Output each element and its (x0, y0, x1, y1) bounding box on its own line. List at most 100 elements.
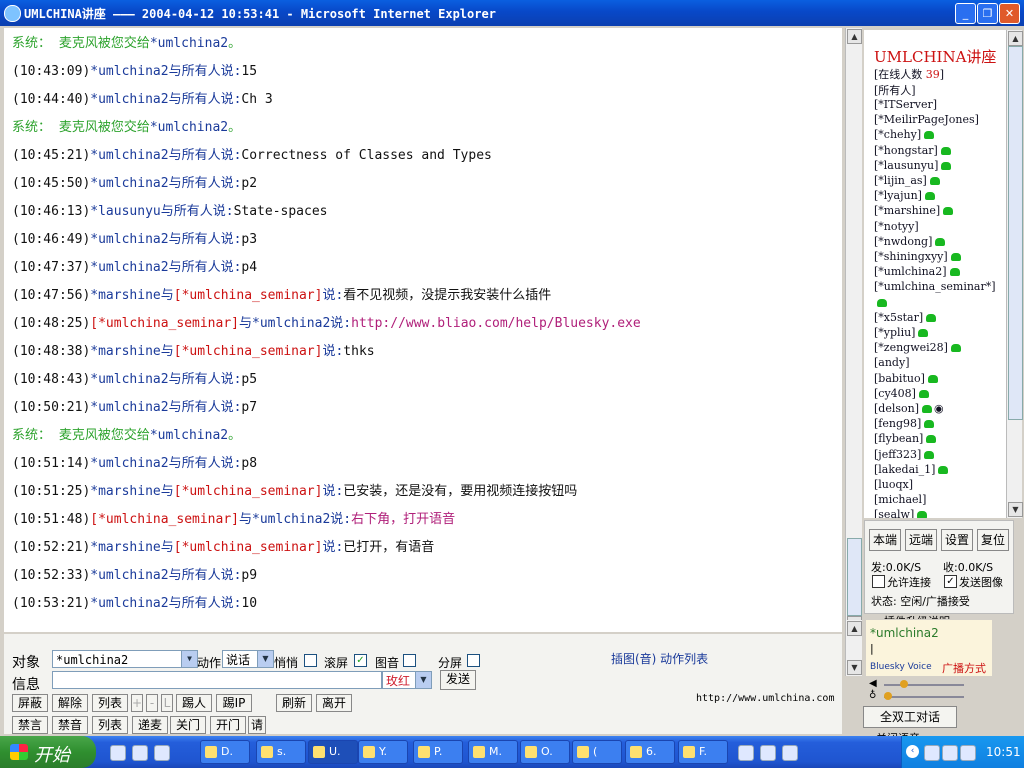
user-list-scroll-thumb[interactable] (1008, 46, 1023, 420)
admin-button[interactable]: 踢IP (216, 694, 252, 712)
tray-app-icon[interactable] (738, 745, 754, 761)
chevron-down-icon[interactable]: ▼ (181, 651, 197, 667)
user-item-everyone[interactable]: [所有人] (874, 82, 916, 98)
taskbar-item[interactable]: F. (678, 740, 728, 764)
user-item[interactable]: [jeff323] (874, 448, 935, 461)
mic-volume-knob[interactable] (884, 692, 892, 700)
tray-app-icon[interactable] (760, 745, 776, 761)
taskbar-item[interactable]: s. (256, 740, 306, 764)
send-button[interactable]: 发送 (440, 670, 476, 690)
user-item[interactable]: [andy] (874, 356, 909, 369)
admin-button[interactable]: 递麦 (132, 716, 168, 734)
user-item[interactable] (874, 296, 887, 309)
admin-button[interactable]: - (146, 694, 158, 712)
admin-button[interactable]: 禁言 (12, 716, 48, 734)
minimize-button[interactable]: _ (955, 3, 976, 24)
scroll-up-arrow-icon[interactable]: ▲ (847, 621, 862, 636)
user-item[interactable]: [*notyy] (874, 220, 919, 233)
video-control-button[interactable]: 本端 (869, 529, 901, 551)
chevron-down-icon[interactable]: ▼ (257, 651, 273, 667)
chat-scrollbar[interactable]: ▲ ▼ (845, 28, 862, 632)
taskbar-item[interactable]: O. (520, 740, 570, 764)
whisper-checkbox[interactable] (304, 654, 317, 667)
speaker-volume-knob[interactable] (900, 680, 908, 688)
user-list-scrollbar[interactable]: ▲ ▼ (1006, 30, 1023, 518)
title-bar[interactable]: UMLCHINA讲座 ——— 2004-04-12 10:53:41 - Mic… (0, 0, 1024, 26)
color-select[interactable]: 玫红 ▼ (382, 671, 432, 689)
admin-button[interactable]: 关门 (170, 716, 206, 734)
speaker-volume-slider[interactable] (884, 684, 964, 686)
video-control-button[interactable]: 设置 (941, 529, 973, 551)
send-image-checkbox[interactable]: ✓ (944, 575, 957, 588)
user-item[interactable]: [*chehy] (874, 128, 935, 141)
message-input[interactable] (52, 671, 382, 689)
user-item[interactable]: [lakedai_1] (874, 463, 949, 476)
user-item[interactable]: [michael] (874, 493, 926, 506)
user-item[interactable]: [luoqx] (874, 478, 913, 491)
chat-scroll-thumb[interactable] (847, 538, 862, 616)
user-item[interactable]: [feng98] (874, 417, 935, 430)
voice-scrollbar[interactable]: ▲ ▼ (845, 620, 862, 676)
chevron-down-icon[interactable]: ▼ (415, 672, 431, 688)
user-item[interactable]: [*zengwei28] (874, 341, 961, 354)
tray-app-icon[interactable] (782, 745, 798, 761)
admin-button[interactable]: 踢人 (176, 694, 212, 712)
user-item[interactable]: [cy408] (874, 387, 929, 400)
video-control-button[interactable]: 复位 (977, 529, 1009, 551)
user-item[interactable]: [babituo] (874, 372, 938, 385)
video-control-button[interactable]: 远端 (905, 529, 937, 551)
user-item[interactable]: [*x5star] (874, 311, 937, 324)
action-select[interactable]: 说话 ▼ (222, 650, 274, 668)
scroll-checkbox[interactable]: ✓ (354, 654, 367, 667)
scroll-down-arrow-icon[interactable]: ▼ (1008, 502, 1023, 517)
scroll-down-arrow-icon[interactable]: ▼ (847, 660, 862, 675)
user-item[interactable]: [delson] ◉ (874, 402, 944, 415)
admin-button[interactable]: 刷新 (276, 694, 312, 712)
target-select[interactable]: *umlchina2 ▼ (52, 650, 198, 668)
close-button[interactable]: ✕ (999, 3, 1020, 24)
volume-icon[interactable] (942, 745, 958, 761)
ie-quicklaunch-icon[interactable] (110, 745, 126, 761)
user-item[interactable]: [flybean] (874, 432, 937, 445)
user-item[interactable]: [*hongstar] (874, 144, 951, 157)
user-item[interactable]: [*umlchina_seminar*] (874, 280, 996, 293)
insert-media-link[interactable]: 插图(音) 动作列表 (611, 650, 708, 667)
taskbar-item[interactable]: Y. (358, 740, 408, 764)
image-sound-checkbox[interactable] (403, 654, 416, 667)
network-icon[interactable] (924, 745, 940, 761)
split-checkbox[interactable] (467, 654, 480, 667)
mic-volume-slider[interactable] (884, 696, 964, 698)
user-item[interactable]: [*ypliu] (874, 326, 929, 339)
plugin-upgrade-link[interactable]: 插件升级说明 (884, 613, 950, 619)
admin-button[interactable]: 开门 (210, 716, 246, 734)
user-item[interactable]: [*marshine] (874, 204, 954, 217)
user-item[interactable]: [*shiningxyy] (874, 250, 961, 263)
user-item[interactable]: [*lausunyu] (874, 159, 952, 172)
desktop-quicklaunch-icon[interactable] (132, 745, 148, 761)
media-quicklaunch-icon[interactable] (154, 745, 170, 761)
user-item[interactable]: [*umlchina2] (874, 265, 960, 278)
shield-icon[interactable] (960, 745, 976, 761)
admin-button[interactable]: 列表 (92, 716, 128, 734)
admin-button[interactable]: 解除 (52, 694, 88, 712)
full-duplex-button[interactable]: 全双工对话 (863, 706, 957, 728)
taskbar-item[interactable]: P. (413, 740, 463, 764)
admin-button[interactable]: 离开 (316, 694, 352, 712)
admin-button[interactable]: L (161, 694, 173, 712)
admin-button[interactable]: 请 (248, 716, 266, 734)
scroll-up-arrow-icon[interactable]: ▲ (1008, 31, 1023, 46)
taskbar-item[interactable]: ( (572, 740, 622, 764)
taskbar-item[interactable]: 6. (625, 740, 675, 764)
user-item[interactable]: [*MeilirPageJones] (874, 113, 979, 126)
user-item[interactable]: [*ITServer] (874, 98, 937, 111)
taskbar-item[interactable]: U. (308, 740, 358, 764)
admin-button[interactable]: 禁音 (52, 716, 88, 734)
allow-connect-checkbox[interactable] (872, 575, 885, 588)
user-item[interactable]: [*nwdong] (874, 235, 946, 248)
admin-button[interactable]: 列表 (92, 694, 128, 712)
admin-button[interactable]: 屏蔽 (12, 694, 48, 712)
tray-expand-icon[interactable]: ‹ (906, 745, 919, 758)
admin-button[interactable]: + (131, 694, 143, 712)
user-item[interactable]: [*lyajun] (874, 189, 935, 202)
user-item[interactable]: [sealw] (874, 508, 928, 518)
